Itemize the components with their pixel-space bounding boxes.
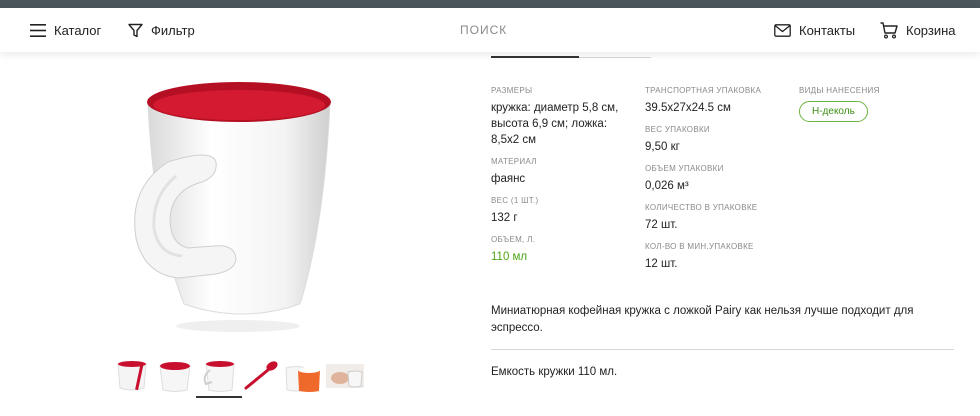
search-button[interactable]: ПОИСК xyxy=(460,8,507,52)
filter-label: Фильтр xyxy=(151,22,195,38)
spec-label: МАТЕРИАЛ xyxy=(491,157,537,166)
divider xyxy=(491,349,954,350)
spec-value-link[interactable]: 110 мл xyxy=(491,249,631,265)
product-description: Миниатюрная кофейная кружка с ложкой Pai… xyxy=(491,305,914,334)
top-strip xyxy=(0,0,980,8)
cart-icon xyxy=(880,21,898,39)
thumbnail-3-active[interactable] xyxy=(196,358,242,398)
spec-weight: ВЕС (1 ШТ.) 132 г xyxy=(491,196,631,226)
thumbnail-6[interactable] xyxy=(326,358,364,394)
specs-column-3: ВИДЫ НАНЕСЕНИЯ Н-деколь xyxy=(799,86,939,122)
spec-volume: ОБЪЕМ, Л. 110 мл xyxy=(491,235,631,265)
contacts-label: Контакты xyxy=(799,22,856,38)
print-methods-label: ВИДЫ НАНЕСЕНИЯ xyxy=(799,86,880,95)
spec-label: ОБЪЕМ, Л. xyxy=(491,235,536,244)
spec-min-package-qty: КОЛ-ВО В МИН.УПАКОВКЕ 12 шт. xyxy=(645,242,785,272)
menu-icon xyxy=(30,23,46,37)
spec-value: 132 г xyxy=(491,212,518,224)
catalog-label: Каталог xyxy=(54,22,102,38)
spec-label: КОЛИЧЕСТВО В УПАКОВКЕ xyxy=(645,203,758,212)
thumbnail-2[interactable] xyxy=(156,358,194,394)
cart-label: Корзина xyxy=(906,22,956,38)
spec-material: МАТЕРИАЛ фаянс xyxy=(491,157,631,187)
filter-icon xyxy=(128,23,143,38)
spec-label: КОЛ-ВО В МИН.УПАКОВКЕ xyxy=(645,242,754,251)
spec-value: 72 шт. xyxy=(645,219,678,231)
contacts-link[interactable]: Контакты xyxy=(774,8,855,52)
spec-value: 39.5x27x24.5 см xyxy=(645,102,731,114)
spec-dimensions: РАЗМЕРЫ кружка: диаметр 5,8 см, высота 6… xyxy=(491,86,631,148)
tabs-underline xyxy=(491,56,651,58)
spec-label: РАЗМЕРЫ xyxy=(491,86,533,95)
mail-icon xyxy=(774,23,791,37)
thumbnail-1[interactable] xyxy=(114,358,152,394)
spec-label: ВЕС УПАКОВКИ xyxy=(645,125,710,134)
spec-label: ТРАНСПОРТНАЯ УПАКОВКА xyxy=(645,86,762,95)
search-label: ПОИСК xyxy=(460,23,508,37)
spec-label: ОБЪЕМ УПАКОВКИ xyxy=(645,164,724,173)
specs-column-2: ТРАНСПОРТНАЯ УПАКОВКА 39.5x27x24.5 см ВЕ… xyxy=(645,86,785,281)
spec-package-weight: ВЕС УПАКОВКИ 9,50 кг xyxy=(645,125,785,155)
spec-quantity-in-package: КОЛИЧЕСТВО В УПАКОВКЕ 72 шт. xyxy=(645,203,785,233)
thumbnail-strip xyxy=(110,358,370,398)
capacity-note: Емкость кружки 110 мл. xyxy=(491,366,618,378)
spec-label: ВЕС (1 ШТ.) xyxy=(491,196,539,205)
spec-value: кружка: диаметр 5,8 см, высота 6,9 см; л… xyxy=(491,102,619,146)
spec-value: 9,50 кг xyxy=(645,141,680,153)
filter-button[interactable]: Фильтр xyxy=(128,8,195,52)
spec-package-volume: ОБЪЕМ УПАКОВКИ 0,026 м³ xyxy=(645,164,785,194)
site-header: Каталог Фильтр ПОИСК Контакты Корзина xyxy=(0,8,980,52)
spec-value: фаянс xyxy=(491,173,526,185)
specs-column-1: РАЗМЕРЫ кружка: диаметр 5,8 см, высота 6… xyxy=(491,86,631,274)
product-main-image[interactable] xyxy=(118,78,354,338)
spec-transport-package: ТРАНСПОРТНАЯ УПАКОВКА 39.5x27x24.5 см xyxy=(645,86,785,116)
catalog-button[interactable]: Каталог xyxy=(30,8,101,52)
cart-link[interactable]: Корзина xyxy=(880,8,956,52)
thumbnail-5[interactable] xyxy=(284,358,322,394)
active-tab-indicator xyxy=(491,56,579,58)
spec-value: 12 шт. xyxy=(645,258,678,270)
thumbnail-4[interactable] xyxy=(242,358,280,394)
spec-value: 0,026 м³ xyxy=(645,180,689,192)
print-method-badge[interactable]: Н-деколь xyxy=(799,101,868,122)
